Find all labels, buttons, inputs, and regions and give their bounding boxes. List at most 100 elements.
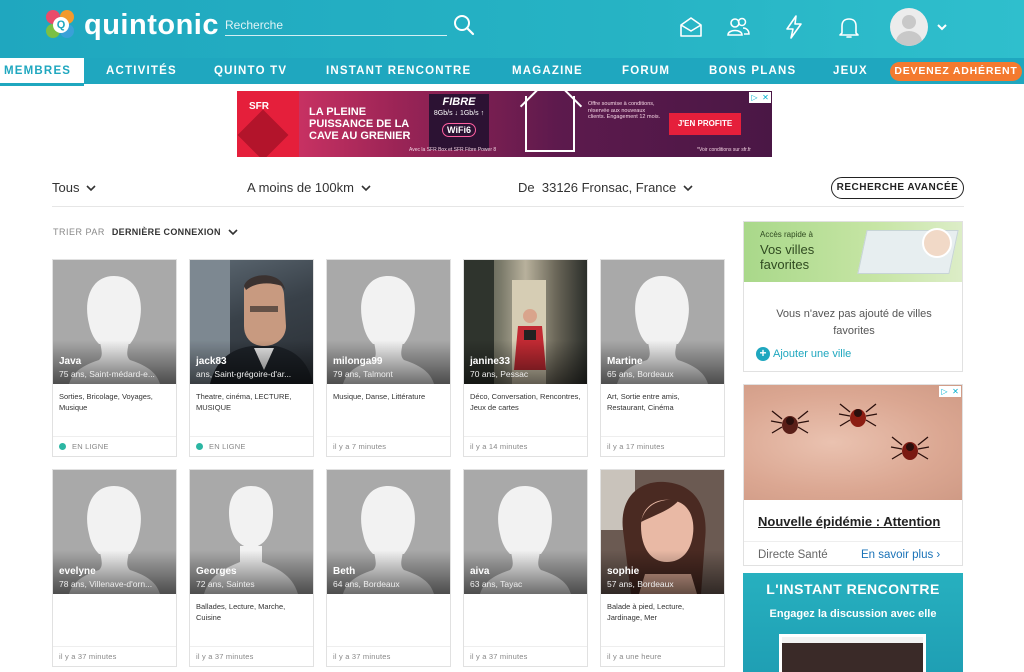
membership-button[interactable]: DEVENEZ ADHÉRENT: [890, 62, 1022, 81]
member-interests: Balade à pied, Lecture, Jardinage, Mer: [607, 602, 685, 622]
member-status: il y a 7 minutes: [333, 442, 387, 451]
tick-icon: [890, 436, 930, 460]
banner-fine-print: Offre soumise à conditions, réservée aux…: [588, 101, 661, 120]
close-icon[interactable]: ✕: [950, 386, 961, 397]
ad-info-icon[interactable]: ▷: [749, 92, 760, 103]
ad-choices[interactable]: ▷ ✕: [749, 92, 771, 103]
nav-item-membres[interactable]: MEMBRES: [0, 58, 84, 86]
nav-item-instant-rencontre[interactable]: INSTANT RENCONTRE: [326, 58, 471, 84]
ad-image: [744, 385, 962, 500]
member-name[interactable]: Martine: [607, 356, 643, 367]
ad-info-icon[interactable]: ▷: [939, 386, 950, 397]
advanced-search-button[interactable]: RECHERCHE AVANCÉE: [831, 177, 964, 199]
favorite-cities-title: Vos villes favorites: [760, 242, 815, 272]
member-card[interactable]: janine33 70 ans, Pessac Déco, Conversation…: [463, 259, 588, 457]
member-status: il y a 14 minutes: [470, 442, 528, 451]
divider: [327, 436, 450, 437]
member-name[interactable]: Beth: [333, 566, 355, 577]
search-icon[interactable]: [453, 14, 475, 36]
nav-item-jeux[interactable]: JEUX: [833, 58, 868, 84]
add-city-button[interactable]: + Ajouter une ville: [756, 347, 851, 361]
mail-icon[interactable]: [678, 14, 704, 40]
member-name[interactable]: aiva: [470, 566, 489, 577]
divider: [52, 206, 964, 207]
member-photo[interactable]: evelyne 78 ans, Villenave-d'orn...: [53, 470, 176, 594]
flash-icon[interactable]: [781, 14, 807, 40]
member-interests: Art, Sortie entre amis, Restaurant, Ciné…: [607, 392, 680, 412]
filter-distance[interactable]: A moins de 100km: [247, 180, 371, 195]
member-status: il y a 37 minutes: [470, 652, 528, 661]
favorite-cities-header: Accès rapide à Vos villes favorites: [744, 222, 962, 282]
member-photo[interactable]: Beth 64 ans, Bordeaux: [327, 470, 450, 594]
member-status: il y a 37 minutes: [333, 652, 391, 661]
favorite-cities-kicker: Accès rapide à: [760, 230, 813, 239]
member-status: EN LIGNE: [59, 442, 109, 451]
member-card[interactable]: Java 75 ans, Saint-médard-e... Sorties, Br…: [52, 259, 177, 457]
nav-item-bons-plans[interactable]: BONS PLANS: [709, 58, 796, 84]
member-name[interactable]: jack83: [196, 356, 227, 367]
search-input[interactable]: [225, 14, 447, 36]
member-interests: Sorties, Bricolage, Voyages, Musique: [59, 392, 153, 412]
top-header: Q quintonic: [0, 0, 1024, 58]
member-photo[interactable]: milonga99 79 ans, Talmont: [327, 260, 450, 384]
member-name[interactable]: milonga99: [333, 356, 382, 367]
member-meta: ans, Saint-grégoire-d'ar...: [196, 369, 292, 379]
close-icon[interactable]: ✕: [760, 92, 771, 103]
member-card[interactable]: milonga99 79 ans, Talmont Musique, Danse, …: [326, 259, 451, 457]
ad-more-link[interactable]: En savoir plus ›: [861, 549, 940, 561]
brand-logo[interactable]: Q quintonic: [44, 8, 219, 42]
friends-icon[interactable]: [725, 14, 751, 40]
filter-location[interactable]: De 33126 Fronsac, France: [518, 180, 693, 195]
member-meta: 70 ans, Pessac: [470, 369, 529, 379]
member-card[interactable]: evelyne 78 ans, Villenave-d'orn... il y a …: [52, 469, 177, 667]
nav-item-activites[interactable]: ACTIVITÉS: [106, 58, 177, 84]
member-interests: Theatre, cinéma, LECTURE, MUSIQUE: [196, 392, 292, 412]
divider: [190, 436, 313, 437]
member-name[interactable]: evelyne: [59, 566, 96, 577]
member-interests: Ballades, Lecture, Marche, Cuisine: [196, 602, 286, 622]
house-icon: [525, 96, 575, 152]
filter-who[interactable]: Tous: [52, 180, 97, 195]
member-photo[interactable]: aiva 63 ans, Tayac: [464, 470, 587, 594]
ad-choices[interactable]: ▷ ✕: [939, 386, 961, 397]
banner-conditions[interactable]: *Voir conditions sur sfr.fr: [697, 147, 751, 153]
member-photo[interactable]: sophie 57 ans, Bordeaux: [601, 470, 724, 594]
instant-photo[interactable]: [779, 634, 926, 672]
member-card[interactable]: Beth 64 ans, Bordeaux il y a 37 minutes: [326, 469, 451, 667]
member-name[interactable]: sophie: [607, 566, 639, 577]
nav-item-magazine[interactable]: MAGAZINE: [512, 58, 583, 84]
member-card[interactable]: jack83 ans, Saint-grégoire-d'ar... Theatre…: [189, 259, 314, 457]
favorite-cities-panel: Accès rapide à Vos villes favorites Vous…: [743, 221, 963, 372]
sort-value[interactable]: DERNIÈRE CONNEXION: [112, 227, 221, 237]
member-status: il y a 37 minutes: [59, 652, 117, 661]
member-name[interactable]: janine33: [470, 356, 510, 367]
nav-item-quinto-tv[interactable]: QUINTO TV: [214, 58, 287, 84]
member-card[interactable]: aiva 63 ans, Tayac il y a 37 minutes: [463, 469, 588, 667]
member-photo[interactable]: Java 75 ans, Saint-médard-e...: [53, 260, 176, 384]
member-interests: Musique, Danse, Littérature: [333, 392, 426, 401]
member-photo[interactable]: janine33 70 ans, Pessac: [464, 260, 587, 384]
member-photo[interactable]: Georges 72 ans, Saintes: [190, 470, 313, 594]
nav-item-forum[interactable]: FORUM: [622, 58, 670, 84]
member-photo[interactable]: jack83 ans, Saint-grégoire-d'ar...: [190, 260, 313, 384]
member-status: il y a 17 minutes: [607, 442, 665, 451]
bell-icon[interactable]: [836, 14, 862, 40]
member-card[interactable]: Martine 65 ans, Bordeaux Art, Sortie entre…: [600, 259, 725, 457]
chevron-down-icon: [683, 184, 693, 191]
chevron-down-icon[interactable]: [228, 228, 238, 236]
side-ad[interactable]: Nouvelle épidémie : Attention Directe Sa…: [743, 384, 963, 566]
main-nav: MEMBRES ACTIVITÉS QUINTO TV INSTANT RENC…: [0, 58, 1024, 86]
account-menu[interactable]: [890, 8, 948, 46]
member-photo[interactable]: Martine 65 ans, Bordeaux: [601, 260, 724, 384]
member-card[interactable]: Georges 72 ans, Saintes Ballades, Lecture,…: [189, 469, 314, 667]
member-meta: 79 ans, Talmont: [333, 369, 393, 379]
member-card[interactable]: sophie 57 ans, Bordeaux Balade à pied, Lec…: [600, 469, 725, 667]
banner-cta-button[interactable]: J'EN PROFITE: [669, 113, 741, 135]
favorite-cities-empty: Vous n'avez pas ajouté de villes favorit…: [776, 308, 932, 337]
instant-rencontre-panel[interactable]: L'INSTANT RENCONTRE Engagez la discussio…: [743, 573, 963, 672]
banner-ad[interactable]: SFR LA PLEINE PUISSANCE DE LA CAVE AU GR…: [237, 91, 772, 157]
member-name[interactable]: Georges: [196, 566, 237, 577]
ad-title[interactable]: Nouvelle épidémie : Attention: [758, 514, 940, 529]
member-name[interactable]: Java: [59, 356, 81, 367]
divider: [601, 646, 724, 647]
